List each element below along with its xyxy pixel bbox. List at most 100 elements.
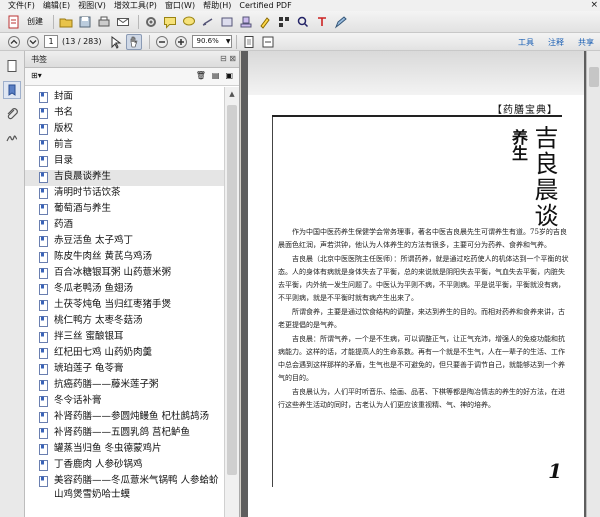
menu-file[interactable]: 文件(F) [8,0,35,11]
zoom-select[interactable]: 90.6% ▼ [192,35,233,48]
bookmark-item[interactable]: 版权 [25,122,224,138]
body-paragraph: 吉良晨认为，人们平时听音乐、绘画、品茗、下棋等都是陶冶情志的养生的好方法，在进行… [278,388,565,409]
chat-icon[interactable] [181,14,197,30]
edit-icon[interactable] [333,14,349,30]
link-icon[interactable] [200,14,216,30]
page-number-input[interactable]: 1 [44,35,58,48]
previous-page-icon[interactable] [6,34,22,50]
document-view: 【药膳宝典】 吉良晨谈 养生 作为中国中医药养生保健学会常务理事，著名中医吉良晨… [241,51,600,517]
email-icon[interactable] [115,14,131,30]
bookmark-item[interactable]: 拌三丝 蜜酿银耳 [25,330,224,346]
bookmarks-scrollbar[interactable]: ▲ [224,87,239,517]
bookmark-label: 版权 [54,123,74,134]
bookmark-item[interactable]: 药酒 [25,218,224,234]
bookmark-item[interactable]: 红杞田七鸡 山药奶肉羹 [25,346,224,362]
bookmark-item[interactable]: 琥珀莲子 龟苓膏 [25,362,224,378]
create-icon[interactable] [6,14,22,30]
bookmark-page-icon [39,460,48,471]
bookmark-label: 丁香鹿肉 人参砂锅鸡 [54,459,143,470]
bookmark-item[interactable]: 清明时节话饮茶 [25,186,224,202]
bookmark-item[interactable]: 前言 [25,138,224,154]
bookmark-label: 美容药膳——冬瓜薏米气锅鸭 人参蛤蚧山鸡煲雪奶哈士蟆 [54,475,219,500]
bookmark-page-icon [39,380,48,391]
bookmark-item[interactable]: 冬瓜老鸭汤 鱼翅汤 [25,282,224,298]
document-scrollbar[interactable] [586,51,600,517]
bookmark-options-button[interactable]: ⊞▾ [31,71,42,80]
bookmark-item[interactable]: 目录 [25,154,224,170]
tools-link[interactable]: 工具 [518,37,534,48]
bookmark-item[interactable]: 罐蒸当归鱼 冬虫德蒙鸡片 [25,442,224,458]
bookmark-item[interactable]: 丁香鹿肉 人参砂锅鸡 [25,458,224,474]
highlight-icon[interactable] [257,14,273,30]
bookmark-item[interactable]: 百合冰糖银耳粥 山药薏米粥 [25,266,224,282]
bookmark-item[interactable]: 补肾药膳——五圆乳鸽 莒杞鲈鱼 [25,426,224,442]
text-icon[interactable] [314,14,330,30]
scroll-up-icon[interactable]: ▲ [225,87,239,101]
bookmark-actions: 🗑 ▤ ▣ [190,71,233,80]
bookmark-item[interactable]: 赤豆活鱼 太子鸡丁 [25,234,224,250]
article-subtitle: 养生 [509,129,528,161]
search-icon[interactable] [295,14,311,30]
scrollbar-thumb[interactable] [227,105,237,475]
close-window-icon[interactable]: × [590,0,598,11]
tag-icon[interactable] [219,14,235,30]
print-icon[interactable] [96,14,112,30]
menu-help[interactable]: 帮助(H) [203,0,231,11]
save-icon[interactable] [77,14,93,30]
bookmark-item[interactable]: 抗癌药膳——藤米莲子粥 [25,378,224,394]
scrollbar-thumb[interactable] [589,67,599,87]
bookmark-item[interactable]: 土茯苓炖龟 当归红枣猪手煲 [25,298,224,314]
comment-icon[interactable] [162,14,178,30]
hand-tool-icon[interactable] [126,33,143,50]
bookmark-item[interactable]: 补肾药膳——参圆炖鳗鱼 杞杜鹧鸪汤 [25,410,224,426]
bookmark-label: 前言 [54,139,74,150]
chevron-down-icon: ▼ [225,38,231,45]
bookmark-item[interactable]: 冬令话补膏 [25,394,224,410]
stamp-icon[interactable] [238,14,254,30]
zoom-in-icon[interactable] [173,34,189,50]
create-button[interactable]: 创建 [27,16,43,27]
bookmark-label: 红杞田七鸡 山药奶肉羹 [54,347,153,358]
bookmark-item[interactable]: 书名 [25,106,224,122]
bookmarks-panel-header: 书签 ⊟ ⊠ [25,51,239,68]
expand-bookmark-icon[interactable]: ▣ [225,71,233,80]
select-cursor-icon[interactable] [107,34,123,50]
bookmark-item[interactable]: 封面 [25,90,224,106]
menu-window[interactable]: 窗口(W) [165,0,195,11]
bookmark-page-icon [39,332,48,343]
bookmark-label: 目录 [54,155,74,166]
comment-link[interactable]: 注释 [548,37,564,48]
fit-page-icon[interactable] [241,34,257,50]
menu-edit[interactable]: 编辑(E) [43,0,70,11]
fit-width-icon[interactable] [260,34,276,50]
open-folder-icon[interactable] [58,14,74,30]
zoom-out-icon[interactable] [154,34,170,50]
bookmark-page-icon [39,284,48,295]
bookmark-item[interactable]: 美容药膳——冬瓜薏米气锅鸭 人参蛤蚧山鸡煲雪奶哈士蟆 [25,474,224,502]
new-bookmark-icon[interactable]: ▤ [212,71,220,80]
settings-icon[interactable] [143,14,159,30]
menu-view[interactable]: 视图(V) [78,0,106,11]
body-paragraph: 所谓食养，主要是通过饮食结构的调整，来达到养生的目的。而相对药养和食养来讲，古老… [278,308,565,329]
delete-bookmark-icon[interactable]: 🗑 [196,71,206,80]
next-page-icon[interactable] [25,34,41,50]
toolbar-divider [236,34,238,49]
attachment-icon[interactable] [3,105,21,123]
toolbar-divider [149,34,151,49]
menu-plugins[interactable]: 增效工具(P) [114,0,157,11]
bookmark-item[interactable]: 桃仁鸭方 太枣冬菇汤 [25,314,224,330]
menu-certified-pdf[interactable]: Certified PDF [239,0,291,11]
share-link[interactable]: 共享 [578,37,594,48]
right-links: 工具 注释 共享 [504,33,594,51]
page-count: (13 / 283) [62,37,102,46]
qr-icon[interactable] [276,14,292,30]
bookmark-item[interactable]: 陈皮牛肉丝 黄芪乌鸡汤 [25,250,224,266]
page-thumbnails-icon[interactable] [3,57,21,75]
bookmark-icon[interactable] [3,81,21,99]
panel-close-icon[interactable]: ⊠ [229,54,236,63]
panel-collapse-icon[interactable]: ⊟ [220,54,227,63]
bookmark-item-selected[interactable]: 吉良晨谈养生 [25,170,224,186]
bookmark-item[interactable]: 葡萄酒与养生 [25,202,224,218]
bookmark-page-icon [39,140,48,151]
signature-icon[interactable] [3,129,21,147]
